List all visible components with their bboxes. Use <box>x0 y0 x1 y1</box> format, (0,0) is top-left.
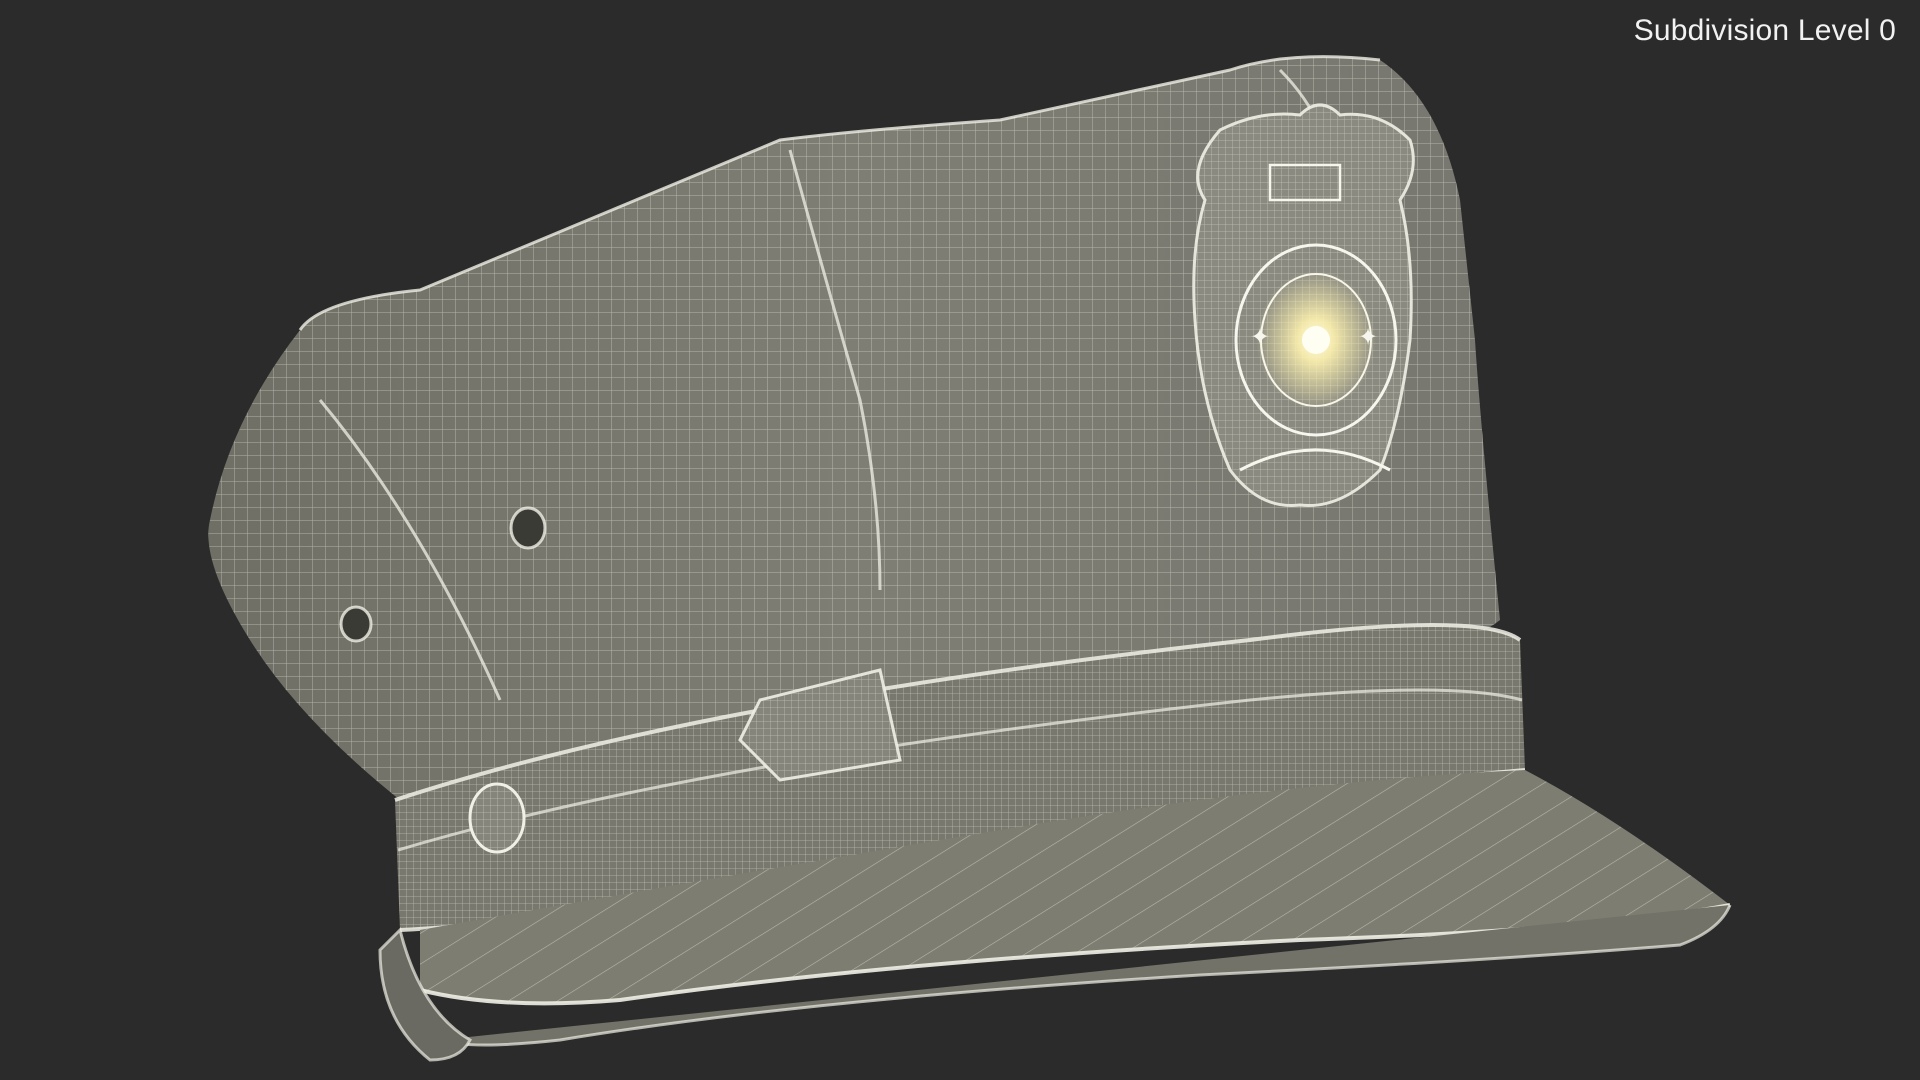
3d-viewport[interactable]: ✦ ✦ Subdivision Level 0 <box>0 0 1920 1080</box>
badge-star-right-icon: ✦ <box>1358 323 1378 351</box>
badge-star-left-icon: ✦ <box>1250 323 1270 351</box>
grommet-1 <box>509 506 547 550</box>
grommet-2 <box>339 605 373 643</box>
subdivision-level-label: Subdivision Level 0 <box>1633 14 1896 47</box>
wireframe-police-cap-model: ✦ ✦ <box>208 55 1732 1062</box>
side-button <box>468 782 526 854</box>
cap-badge: ✦ ✦ <box>1192 103 1415 508</box>
